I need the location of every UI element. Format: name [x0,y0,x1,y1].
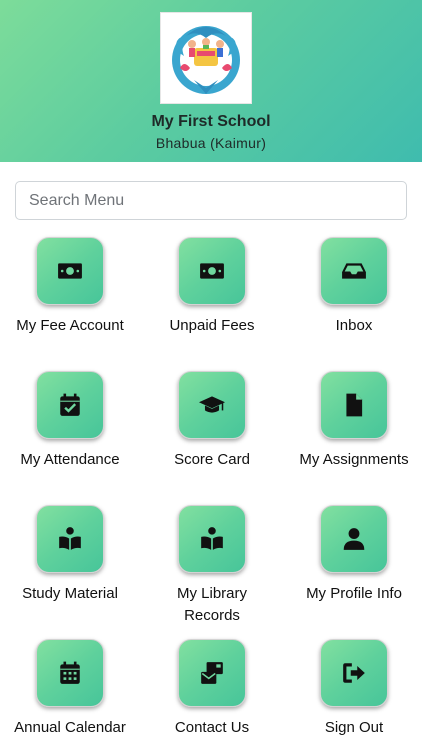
school-name: My First School [151,113,271,130]
menu-tile-my-fee-account[interactable]: My Fee Account [0,237,140,337]
menu-label: Inbox [335,317,373,334]
menu-button-my-attendance[interactable] [36,371,104,439]
menu-tile-study-material[interactable]: Study Material [0,505,140,605]
menu-tile-my-profile-info[interactable]: My Profile Info [284,505,422,605]
school-location: Bhabua (Kaimur) [155,135,267,151]
inbox-tray-icon [342,263,366,279]
menu-tile-my-attendance[interactable]: My Attendance [0,371,140,471]
menu-label: Annual Calendar [14,719,126,736]
menu-button-my-library-records[interactable] [178,505,246,573]
menu-tile-score-card[interactable]: Score Card [142,371,282,471]
menu-tile-my-assignments[interactable]: My Assignments [284,371,422,471]
graduation-cap-icon [199,396,225,413]
menu-tile-my-library-records[interactable]: My Library Records [142,505,282,627]
menu-button-my-fee-account[interactable] [36,237,104,305]
mail-bulk-icon [201,662,223,684]
menu-button-score-card[interactable] [178,371,246,439]
sign-out-icon [343,663,365,683]
money-bill-icon [200,263,224,279]
menu-label: My Assignments [299,451,409,468]
menu-button-annual-calendar[interactable] [36,639,104,707]
school-logo [160,12,252,104]
menu-label: Study Material [22,585,118,602]
menu-label: My Fee Account [16,317,124,334]
menu-tile-annual-calendar[interactable]: Annual Calendar [0,639,140,739]
menu-tile-contact-us[interactable]: Contact Us [142,639,282,739]
header: My First School Bhabua (Kaimur) [0,0,422,162]
menu-label: Score Card [174,451,250,468]
file-icon [346,393,363,417]
menu-button-my-profile-info[interactable] [320,505,388,573]
search-menu-input[interactable] [15,181,407,220]
menu-button-contact-us[interactable] [178,639,246,707]
school-logo-icon [172,26,240,94]
menu-button-study-material[interactable] [36,505,104,573]
menu-tile-unpaid-fees[interactable]: Unpaid Fees [142,237,282,337]
money-bill-icon [58,263,82,279]
menu-label: My Profile Info [306,585,402,602]
user-icon [343,528,365,550]
menu-label: Sign Out [324,719,384,736]
book-reader-icon [59,527,81,550]
menu-button-unpaid-fees[interactable] [178,237,246,305]
menu-button-my-assignments[interactable] [320,371,388,439]
menu-label: Contact Us [174,719,250,736]
menu-button-sign-out[interactable] [320,639,388,707]
menu-tile-inbox[interactable]: Inbox [284,237,422,337]
menu-label: Unpaid Fees [169,317,255,334]
calendar-check-icon [60,393,80,416]
menu-button-inbox[interactable] [320,237,388,305]
menu-label: My Attendance [20,451,120,468]
calendar-grid-icon [60,661,80,684]
menu-label: My Library Records [176,585,247,624]
menu-tile-sign-out[interactable]: Sign Out [284,639,422,739]
book-reader-icon [201,527,223,550]
